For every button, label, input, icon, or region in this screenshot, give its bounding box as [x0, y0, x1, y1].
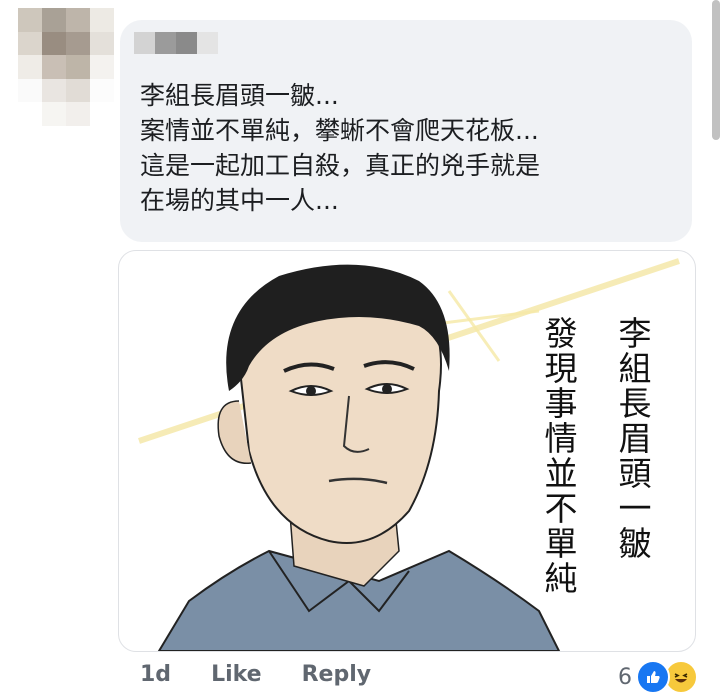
reply-button[interactable]: Reply: [302, 662, 372, 687]
commenter-name[interactable]: [134, 32, 218, 54]
comment-line: 這是一起加工自殺，真正的兇手就是: [140, 151, 541, 180]
reaction-summary[interactable]: 6: [618, 660, 698, 694]
comment-actions: 1d Like Reply: [140, 662, 371, 687]
comment-line: 在場的其中一人...: [140, 186, 339, 215]
timestamp[interactable]: 1d: [140, 662, 171, 687]
meme-caption-right: 李組長眉頭一皺: [613, 316, 652, 561]
like-button[interactable]: Like: [211, 662, 262, 687]
scrollbar[interactable]: [712, 0, 720, 140]
avatar[interactable]: [18, 8, 114, 126]
comment-line: 案情並不單純，攀蜥不會爬天花板...: [140, 116, 539, 145]
comment-text: 李組長眉頭一皺... 案情並不單純，攀蜥不會爬天花板... 這是一起加工自殺，真…: [140, 78, 680, 218]
comment-line: 李組長眉頭一皺...: [140, 81, 339, 110]
reaction-count: 6: [618, 664, 632, 690]
meme-caption-left: 發現事情並不單純: [539, 316, 578, 596]
like-icon: [636, 660, 670, 694]
